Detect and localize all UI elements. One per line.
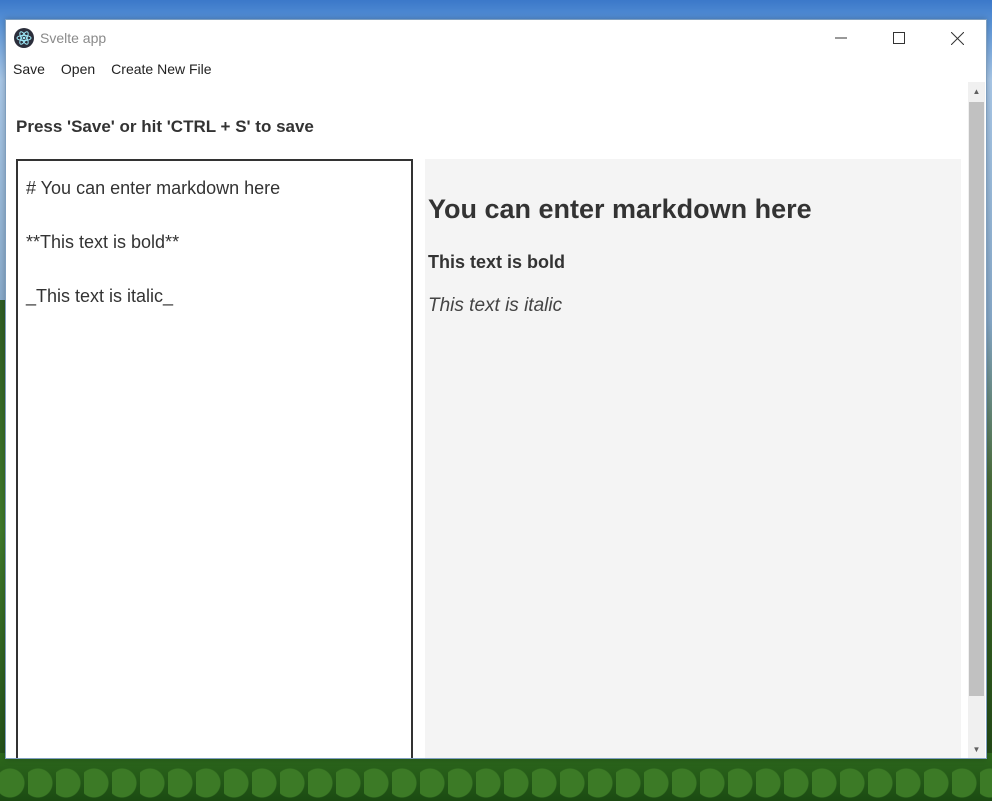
maximize-icon — [893, 32, 905, 44]
close-button[interactable] — [928, 20, 986, 56]
menu-open[interactable]: Open — [61, 61, 95, 77]
title-bar[interactable]: Svelte app — [6, 20, 986, 56]
menu-save[interactable]: Save — [13, 61, 45, 77]
scrollbar-thumb[interactable] — [969, 102, 984, 696]
editor-line: _This text is italic_ — [26, 286, 174, 306]
minimize-button[interactable] — [812, 20, 870, 56]
minimize-icon — [835, 37, 847, 39]
markdown-editor[interactable]: # You can enter markdown here **This tex… — [16, 159, 413, 758]
main-content: Press 'Save' or hit 'CTRL + S' to save #… — [6, 82, 969, 758]
preview-bold-text: This text is bold — [428, 252, 566, 272]
menu-bar: Save Open Create New File — [6, 56, 986, 82]
chevron-down-icon[interactable]: ▼ — [968, 740, 985, 758]
maximize-button[interactable] — [870, 20, 928, 56]
electron-icon — [14, 28, 34, 48]
close-icon — [950, 31, 964, 45]
menu-create-new-file[interactable]: Create New File — [111, 61, 211, 77]
preview-italic-text: This text is italic — [428, 295, 563, 316]
save-instruction: Press 'Save' or hit 'CTRL + S' to save — [16, 117, 314, 136]
editor-line: # You can enter markdown here — [26, 178, 281, 198]
editor-line: **This text is bold** — [26, 232, 180, 252]
app-window: Svelte app Save Open Create New File Pre… — [5, 19, 987, 759]
vertical-scrollbar[interactable]: ▲ ▼ — [968, 82, 985, 758]
preview-heading: You can enter markdown here — [428, 194, 812, 224]
desktop-forest — [0, 753, 992, 801]
window-title: Svelte app — [40, 30, 107, 46]
chevron-up-icon[interactable]: ▲ — [968, 82, 985, 100]
markdown-preview: You can enter markdown here This text is… — [425, 159, 961, 758]
